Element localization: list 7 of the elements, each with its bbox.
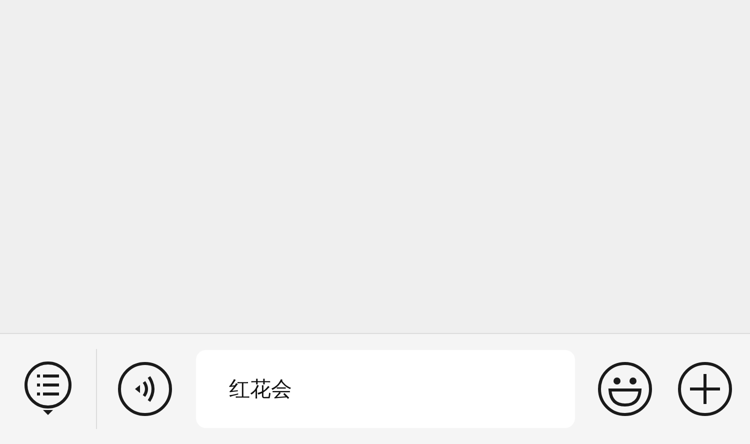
- emoji-button[interactable]: [597, 361, 653, 417]
- plus-icon: [677, 361, 733, 417]
- add-button[interactable]: [677, 361, 733, 417]
- sound-wave-icon: [117, 361, 173, 417]
- voice-button[interactable]: [117, 361, 173, 417]
- message-input[interactable]: 红花会: [196, 350, 575, 428]
- smiley-icon: [597, 361, 653, 417]
